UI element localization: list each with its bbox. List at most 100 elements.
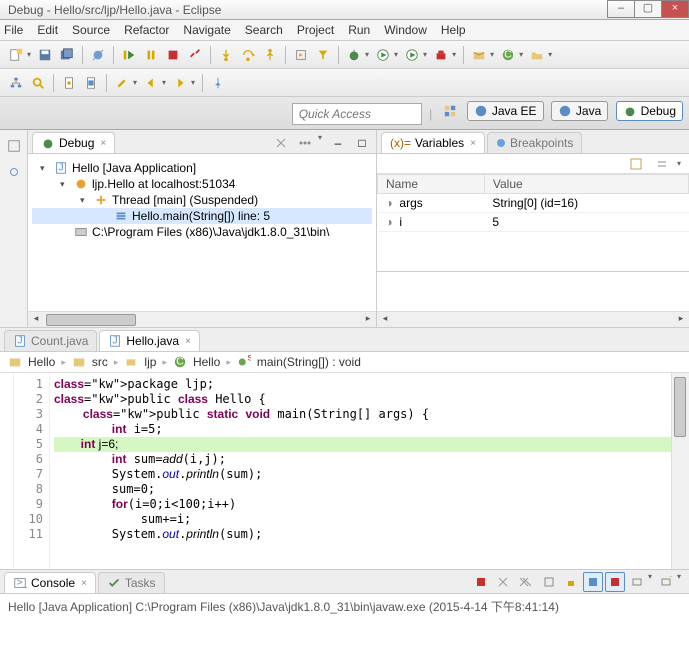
console-clear-icon[interactable] — [539, 572, 559, 592]
forward-icon[interactable] — [170, 73, 190, 93]
console-tab[interactable]: >_ Console× — [4, 572, 96, 593]
code-editor[interactable]: class="kw">package ljp; class="kw">publi… — [50, 373, 671, 569]
menu-run[interactable]: Run — [348, 23, 370, 37]
debug-menu-icon[interactable] — [295, 133, 315, 153]
console-output[interactable]: Hello [Java Application] C:\Program File… — [0, 594, 689, 640]
left-gutter — [0, 130, 28, 327]
maximize-view-icon[interactable]: □ — [352, 133, 372, 153]
tab-hello-java[interactable]: J Hello.java× — [99, 330, 200, 351]
close-tab-icon[interactable]: × — [100, 138, 106, 149]
synch-icon[interactable] — [4, 162, 24, 182]
disconnect-icon[interactable] — [185, 45, 205, 65]
svg-text:>_: >_ — [17, 577, 28, 589]
menu-source[interactable]: Source — [72, 23, 110, 37]
step-filters-icon[interactable] — [313, 45, 333, 65]
run-icon[interactable] — [373, 45, 393, 65]
menu-window[interactable]: Window — [384, 23, 427, 37]
open-perspective-icon[interactable] — [440, 101, 460, 121]
menu-refactor[interactable]: Refactor — [124, 23, 169, 37]
hierarchy-icon[interactable] — [6, 73, 26, 93]
editor-marker-bar[interactable] — [0, 373, 14, 569]
svg-text:+: + — [669, 576, 672, 583]
line-gutter[interactable]: 1234567891011 — [14, 373, 50, 569]
perspective-javaee[interactable]: Java EE — [467, 101, 544, 121]
suspend-icon[interactable] — [141, 45, 161, 65]
restore-icon[interactable] — [4, 136, 24, 156]
console-terminate-icon[interactable] — [471, 572, 491, 592]
maximize-button[interactable]: ▢ — [634, 0, 662, 18]
new-folder-icon[interactable] — [527, 45, 547, 65]
variables-tab[interactable]: (x)= Variables× — [381, 132, 485, 153]
tab-count-java[interactable]: J Count.java — [4, 330, 97, 351]
external-tools-icon[interactable] — [431, 45, 451, 65]
debug-icon[interactable] — [344, 45, 364, 65]
window-titlebar: Debug - Hello/src/ljp/Hello.java - Eclip… — [0, 0, 689, 20]
back-icon[interactable] — [141, 73, 161, 93]
toggle-block-icon[interactable] — [81, 73, 101, 93]
console-remove-all-icon[interactable] — [515, 572, 535, 592]
step-return-icon[interactable] — [260, 45, 280, 65]
skip-breakpoints-icon[interactable] — [88, 45, 108, 65]
menu-search[interactable]: Search — [245, 23, 283, 37]
view-menu-icon[interactable]: ▾ — [318, 133, 322, 153]
save-icon[interactable] — [35, 45, 55, 65]
debug-tab[interactable]: Debug× — [32, 132, 115, 153]
console-scroll-lock-icon[interactable] — [561, 572, 581, 592]
console-show-icon[interactable] — [605, 572, 625, 592]
debug-tree-row[interactable]: ▾Thread [main] (Suspended) — [32, 192, 372, 208]
menu-project[interactable]: Project — [297, 23, 334, 37]
debug-tree-row[interactable]: ▾JHello [Java Application] — [32, 160, 372, 176]
last-edit-icon[interactable] — [112, 73, 132, 93]
tasks-tab[interactable]: Tasks — [98, 572, 165, 593]
svg-text:J: J — [17, 335, 22, 347]
new-package-icon[interactable] — [469, 45, 489, 65]
minimize-view-icon[interactable]: ‒ — [328, 133, 348, 153]
pin-icon[interactable] — [208, 73, 228, 93]
variables-toolbar: ▾ — [377, 154, 689, 174]
debug-tree-row[interactable]: Hello.main(String[]) line: 5 — [32, 208, 372, 224]
close-button[interactable]: × — [661, 0, 689, 18]
drop-to-frame-icon[interactable] — [291, 45, 311, 65]
debug-view: Debug× ▾ ‒ □ ▾JHello [Java Application]▾… — [28, 130, 377, 327]
terminate-icon[interactable] — [163, 45, 183, 65]
console-pin-icon[interactable] — [583, 572, 603, 592]
resume-icon[interactable] — [119, 45, 139, 65]
toggle-mark-icon[interactable] — [59, 73, 79, 93]
show-type-icon[interactable] — [626, 154, 646, 174]
console-new-icon[interactable]: + — [656, 572, 676, 592]
console-remove-icon[interactable] — [493, 572, 513, 592]
breakpoints-tab[interactable]: Breakpoints — [487, 132, 582, 153]
col-name[interactable]: Name — [378, 175, 485, 194]
console-open-icon[interactable] — [627, 572, 647, 592]
menu-navigate[interactable]: Navigate — [183, 23, 230, 37]
debug-tree-row[interactable]: ▾ljp.Hello at localhost:51034 — [32, 176, 372, 192]
variable-row[interactable]: ◑ i5 — [378, 213, 689, 232]
menu-file[interactable]: File — [4, 23, 23, 37]
window-title: Debug - Hello/src/ljp/Hello.java - Eclip… — [8, 3, 221, 17]
vars-menu-icon[interactable]: ▾ — [677, 159, 681, 168]
svg-text:J: J — [58, 162, 63, 174]
new-icon[interactable] — [6, 45, 26, 65]
new-class-icon[interactable]: C — [498, 45, 518, 65]
vars-hscroll[interactable]: ◂▸ — [377, 311, 689, 327]
variable-row[interactable]: ◑ argsString[0] (id=16) — [378, 194, 689, 213]
step-into-icon[interactable] — [216, 45, 236, 65]
run-last-icon[interactable] — [402, 45, 422, 65]
debug-tree-row[interactable]: C:\Program Files (x86)\Java\jdk1.8.0_31\… — [32, 224, 372, 240]
save-all-icon[interactable] — [57, 45, 77, 65]
debug-remove-icon[interactable] — [271, 133, 291, 153]
collapse-icon[interactable] — [652, 154, 672, 174]
debug-hscroll[interactable]: ◂▸ — [28, 311, 376, 327]
editor-vscroll[interactable] — [671, 373, 689, 569]
minimize-button[interactable]: – — [607, 0, 635, 18]
menu-edit[interactable]: Edit — [37, 23, 58, 37]
menubar: File Edit Source Refactor Navigate Searc… — [0, 20, 689, 41]
quick-access-input[interactable] — [292, 103, 422, 125]
menu-help[interactable]: Help — [441, 23, 466, 37]
perspective-java[interactable]: Java — [551, 101, 608, 121]
perspective-debug[interactable]: Debug — [616, 101, 683, 121]
col-value[interactable]: Value — [484, 175, 688, 194]
step-over-icon[interactable] — [238, 45, 258, 65]
editor-breadcrumb[interactable]: Hello▸ src▸ ljp▸ C Hello▸ s main(String[… — [0, 352, 689, 373]
search-icon[interactable] — [28, 73, 48, 93]
